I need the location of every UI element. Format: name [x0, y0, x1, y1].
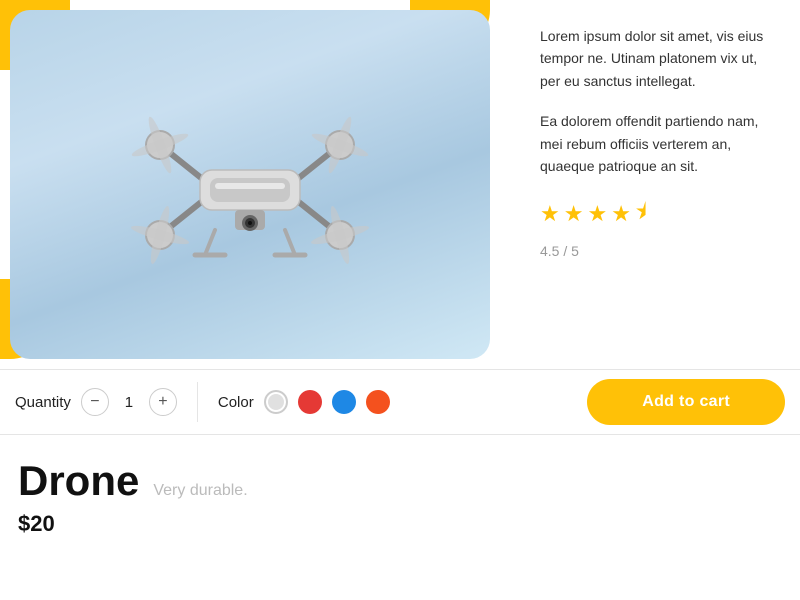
color-orange-option[interactable]: [366, 390, 390, 414]
quantity-increase-button[interactable]: +: [149, 388, 177, 416]
star-1: ★: [540, 201, 560, 227]
product-name: Drone: [18, 457, 139, 505]
star-4: ★: [611, 201, 631, 227]
product-tagline: Very durable.: [153, 482, 247, 500]
product-price: $20: [18, 511, 782, 537]
add-to-cart-button[interactable]: Add to cart: [587, 379, 785, 425]
controls-section: Quantity − 1 + Color Add to cart: [0, 370, 800, 435]
star-2: ★: [564, 201, 584, 227]
color-red-option[interactable]: [298, 390, 322, 414]
product-card: Lorem ipsum dolor sit amet, vis eius tem…: [0, 0, 800, 600]
rating-text: 4.5 / 5: [540, 243, 770, 259]
quantity-decrease-button[interactable]: −: [81, 388, 109, 416]
product-info: Drone Very durable. $20: [0, 435, 800, 559]
quantity-value: 1: [119, 394, 139, 411]
description-text-1: Lorem ipsum dolor sit amet, vis eius tem…: [540, 25, 770, 92]
color-white-option[interactable]: [264, 390, 288, 414]
star-half: ⯨: [635, 195, 647, 233]
star-3: ★: [587, 201, 607, 227]
quantity-section: Quantity − 1 +: [15, 388, 177, 416]
color-section: Color: [218, 390, 390, 414]
color-label: Color: [218, 394, 254, 411]
image-panel: [0, 0, 510, 369]
color-blue-option[interactable]: [332, 390, 356, 414]
drone-image: [10, 10, 490, 359]
description-panel: Lorem ipsum dolor sit amet, vis eius tem…: [510, 0, 800, 369]
top-section: Lorem ipsum dolor sit amet, vis eius tem…: [0, 0, 800, 370]
quantity-color-divider: [197, 382, 198, 422]
drone-svg: [110, 75, 390, 295]
product-name-row: Drone Very durable.: [18, 457, 782, 505]
stars-row: ★ ★ ★ ★ ⯨: [540, 195, 770, 233]
description-text-2: Ea dolorem offendit partiendo nam, mei r…: [540, 110, 770, 177]
quantity-label: Quantity: [15, 394, 71, 411]
